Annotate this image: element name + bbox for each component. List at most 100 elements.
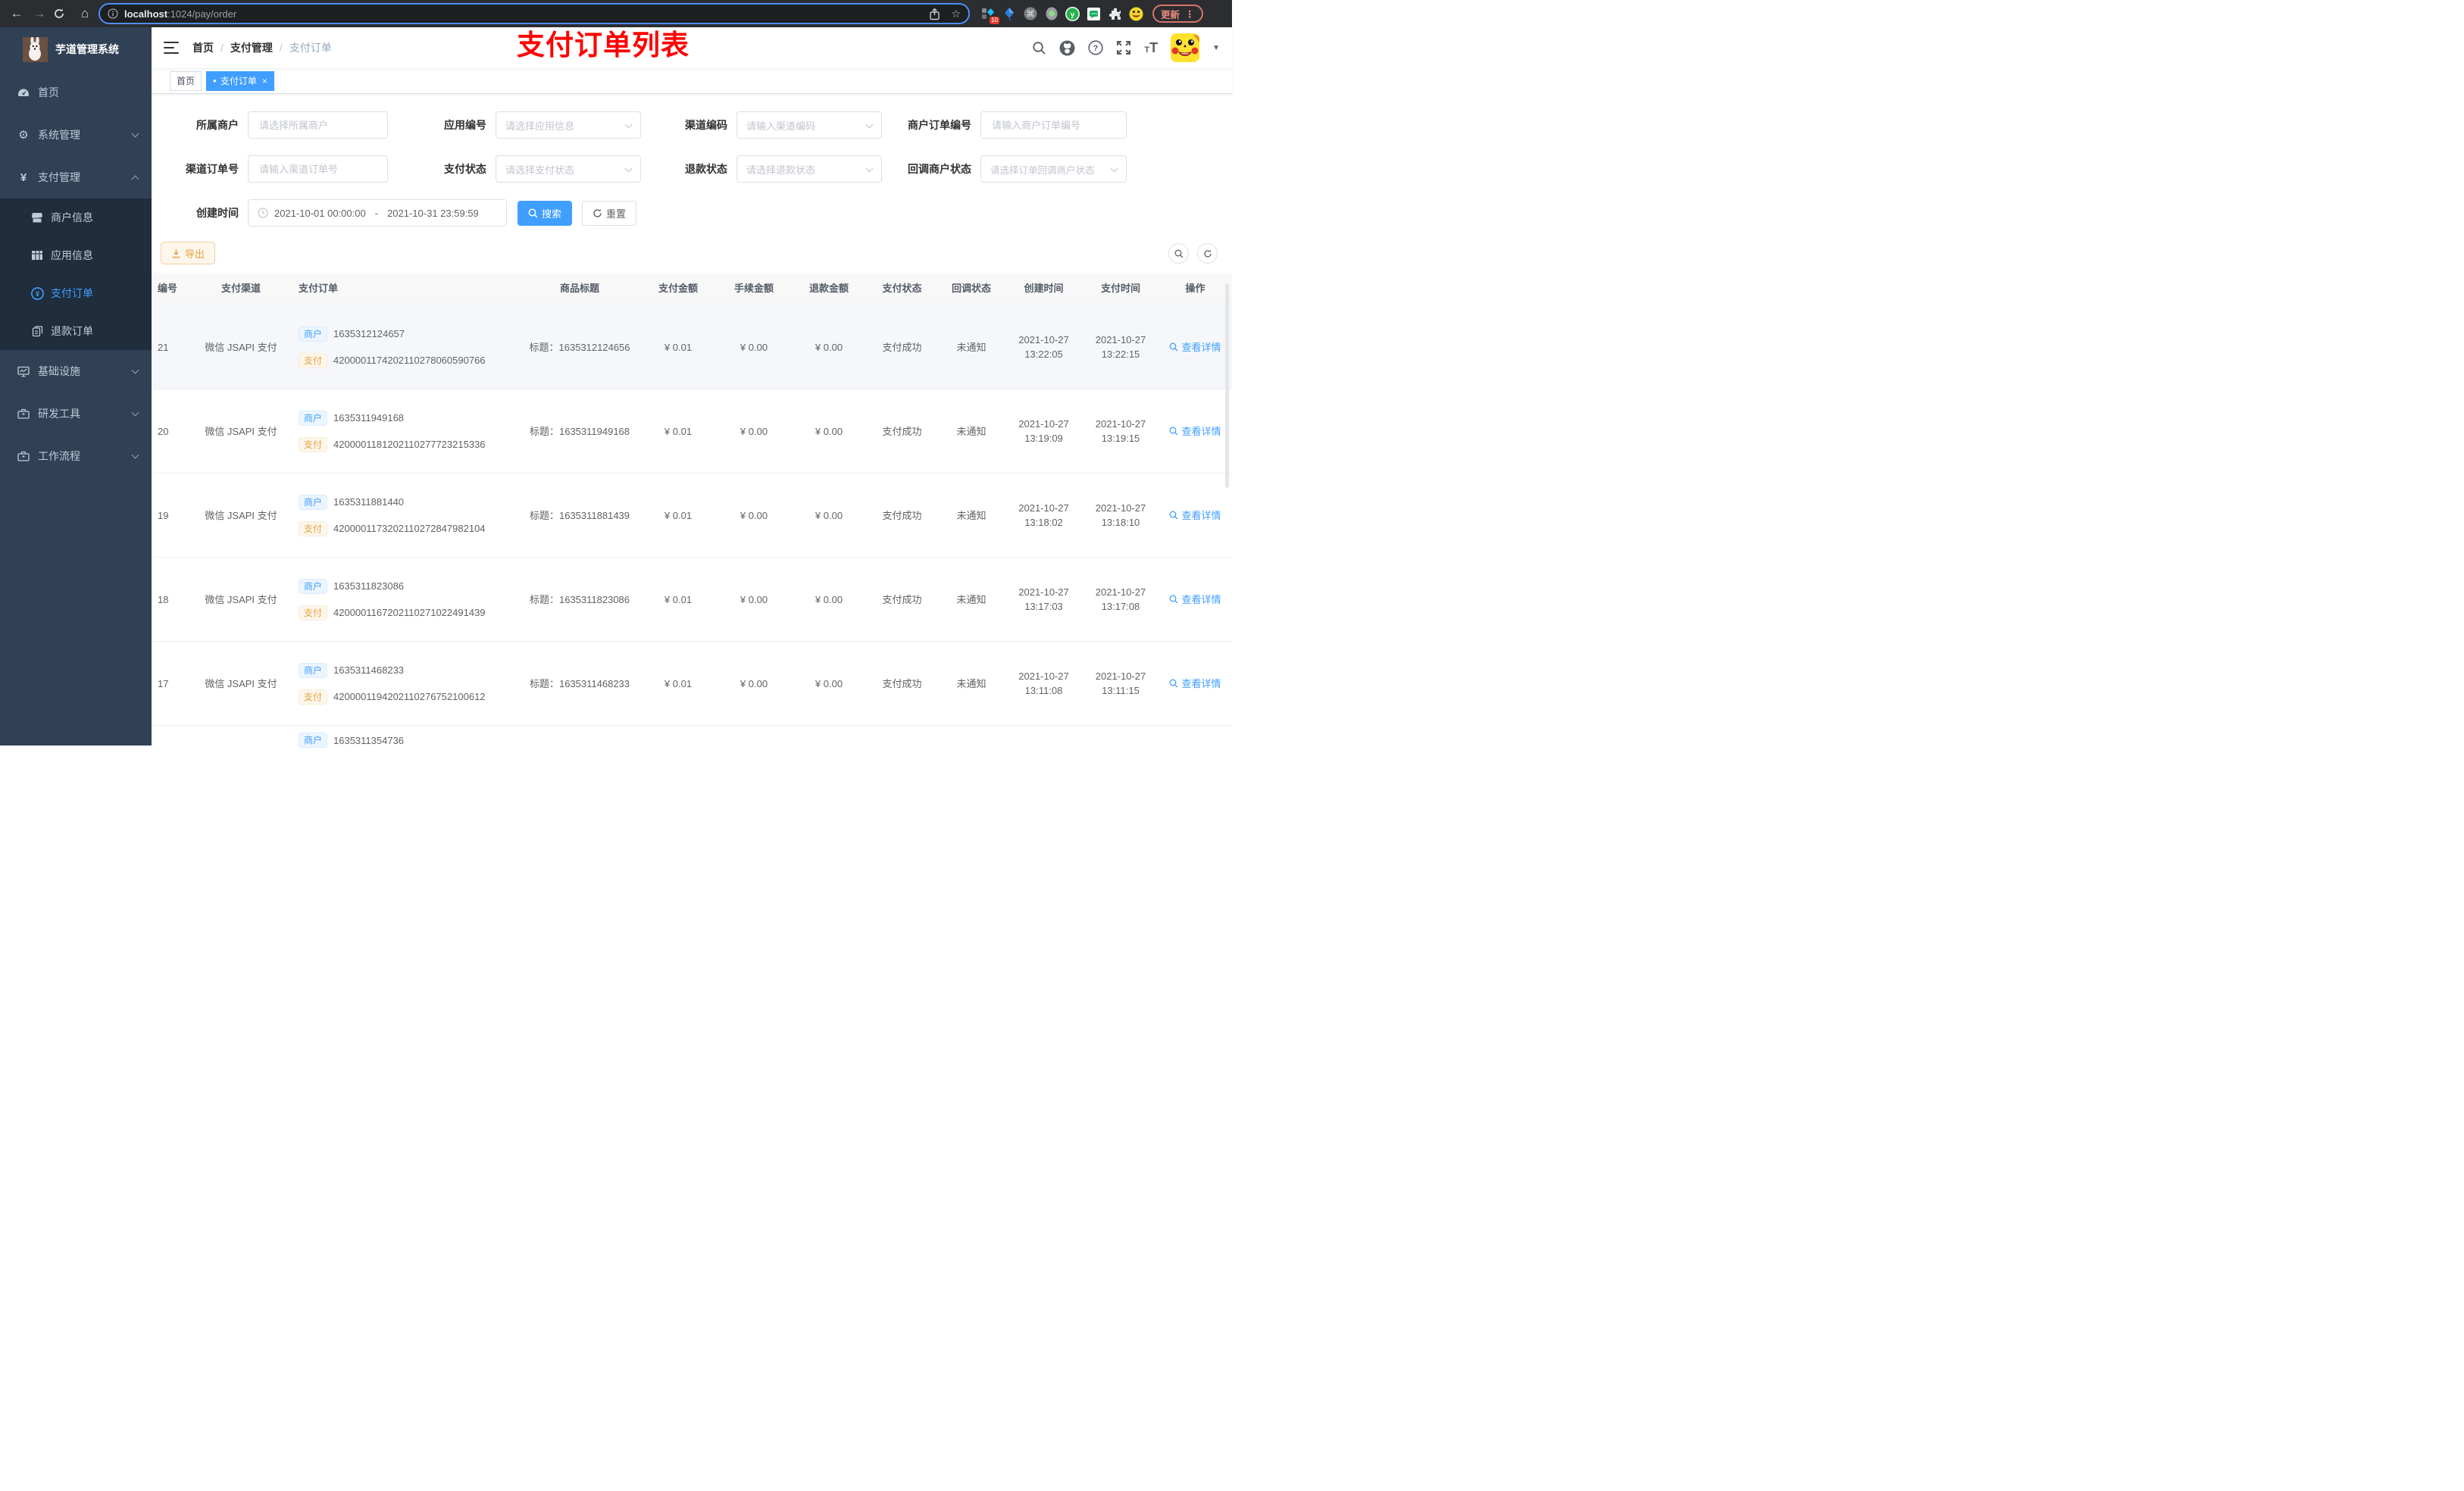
search-button[interactable]: 搜索 [518, 200, 573, 226]
search-icon[interactable] [1032, 41, 1046, 55]
view-detail-link[interactable]: 查看详情 [1169, 677, 1221, 691]
sidebar-item-label: 系统管理 [38, 129, 80, 141]
caret-down-icon[interactable]: ▼ [1212, 44, 1220, 52]
filter-label-channel-order-no: 渠道订单号 [186, 163, 239, 175]
merchant-order-no: 1635311823086 [333, 580, 405, 592]
sidebar-item-app-info[interactable]: 应用信息 [0, 236, 152, 274]
browser-reload-button[interactable] [53, 8, 71, 20]
yen-icon: ¥ [20, 170, 27, 184]
extension-command-icon[interactable]: ⌘ [1023, 7, 1037, 21]
shop-icon [30, 211, 44, 223]
toolbox-icon [17, 451, 30, 461]
channel-order-no-field[interactable] [258, 162, 378, 176]
cell-fee-amount: ¥ 0.00 [740, 593, 768, 605]
merchant-order-no-input[interactable] [980, 111, 1127, 139]
extension-kite-icon[interactable] [1002, 7, 1016, 21]
view-detail-link[interactable]: 查看详情 [1169, 340, 1221, 355]
pay-order-no: 4200001173202110272847982104 [333, 523, 486, 534]
extension-tasks-icon[interactable]: 10 [980, 7, 999, 24]
col-channel: 支付渠道 [220, 283, 261, 294]
cell-id: 17 [158, 677, 169, 689]
create-time-range-picker[interactable]: 2021-10-01 00:00:00 - 2021-10-31 23:59:5… [248, 199, 507, 227]
table-header: 编号 支付渠道 支付订单 商品标题 支付金额 手续金额 退款金额 支付状态 回调… [152, 273, 1232, 305]
view-detail-link[interactable]: 查看详情 [1169, 508, 1221, 523]
search-icon [1170, 595, 1178, 604]
chevron-down-icon [865, 120, 874, 129]
export-button[interactable]: 导出 [161, 242, 216, 264]
app-select[interactable]: 请选择应用信息 [496, 111, 641, 139]
sidebar-item-infra[interactable]: 基础设施 [0, 350, 152, 392]
bookmark-star-icon[interactable]: ☆ [951, 8, 961, 20]
extensions-puzzle-icon[interactable] [1108, 7, 1122, 21]
table-scrollbar[interactable] [1225, 283, 1229, 488]
browser-menu-dots-icon[interactable]: ⋮ [1185, 8, 1195, 20]
extension-record-icon[interactable] [1044, 7, 1058, 21]
browser-forward-button[interactable]: → [30, 5, 48, 23]
pay-status-select[interactable]: 请选择支付状态 [496, 155, 641, 183]
cell-pay-amount: ¥ 0.01 [664, 593, 693, 605]
merchant-input-field[interactable] [258, 118, 378, 132]
sidebar-item-home[interactable]: 首页 [0, 71, 152, 114]
sidebar-item-merchant-info[interactable]: 商户信息 [0, 198, 152, 236]
cell-channel: 微信 JSAPI 支付 [205, 593, 277, 605]
help-icon[interactable]: ? [1088, 40, 1103, 55]
cell-title: 标题：1635312124656 [529, 341, 630, 353]
gear-icon: ⚙ [18, 129, 29, 142]
sidebar-item-system[interactable]: ⚙ 系统管理 [0, 114, 152, 156]
fullscreen-icon[interactable] [1116, 40, 1131, 55]
breadcrumb-payment[interactable]: 支付管理 [230, 40, 273, 55]
view-detail-link[interactable]: 查看详情 [1169, 424, 1221, 439]
cell-notify-status: 未通知 [956, 341, 987, 353]
sidebar: 芋道管理系统 首页 ⚙ 系统管理 ¥ 支付管理 商户信息 应用信息 ¥ 支付订单… [0, 27, 152, 746]
notify-status-select[interactable]: 请选择订单回调商户状态 [980, 155, 1127, 183]
tag-home[interactable]: 首页 [170, 70, 202, 91]
browser-home-button[interactable]: ⌂ [76, 5, 94, 23]
pay-badge: 支付 [299, 436, 328, 452]
pay-order-no: 4200001174202110278060590766 [333, 355, 486, 366]
cell-pay-amount: ¥ 0.01 [664, 509, 693, 521]
toggle-search-button[interactable] [1168, 243, 1189, 264]
profile-emoji-icon[interactable] [1129, 7, 1143, 21]
sidebar-collapse-button[interactable] [164, 42, 179, 54]
close-icon[interactable]: × [262, 76, 267, 86]
channel-order-no-input[interactable] [248, 155, 388, 183]
filter-label-channel-code: 渠道编码 [685, 119, 727, 131]
pay-badge: 支付 [299, 689, 328, 705]
sidebar-item-workflow[interactable]: 工作流程 [0, 435, 152, 477]
app-logo-row[interactable]: 芋道管理系统 [0, 27, 152, 71]
merchant-order-no-field[interactable] [990, 118, 1117, 132]
col-notify-status: 回调状态 [951, 283, 991, 294]
font-size-icon[interactable]: TT [1144, 41, 1158, 55]
cell-title: 标题：1635311468233 [529, 677, 630, 689]
share-icon[interactable] [929, 8, 940, 20]
refresh-table-button[interactable] [1197, 243, 1218, 264]
sidebar-item-payment[interactable]: ¥ 支付管理 [0, 156, 152, 198]
sidebar-item-dev-tools[interactable]: 研发工具 [0, 392, 152, 435]
extension-vue-icon[interactable]: y [1065, 6, 1080, 21]
cell-notify-status: 未通知 [956, 509, 987, 521]
merchant-badge: 商户 [299, 326, 328, 342]
extension-chat-icon[interactable] [1087, 7, 1101, 21]
merchant-input[interactable] [248, 111, 388, 139]
refund-status-select[interactable]: 请选择退款状态 [736, 155, 882, 183]
url-bar[interactable]: localhost:1024/pay/order ☆ [98, 3, 970, 24]
view-detail-link[interactable]: 查看详情 [1169, 592, 1221, 607]
github-icon[interactable] [1059, 40, 1075, 56]
filter-label-refund-status: 退款状态 [685, 163, 727, 175]
cell-pay-amount: ¥ 0.01 [664, 425, 693, 437]
avatar[interactable] [1171, 33, 1200, 62]
extension-badge: 10 [990, 16, 999, 24]
cell-title: 标题：1635311881439 [529, 509, 630, 521]
breadcrumb-home[interactable]: 首页 [192, 40, 214, 55]
channel-code-select[interactable]: 请输入渠道编码 [736, 111, 882, 139]
cell-refund-amount: ¥ 0.00 [815, 509, 843, 521]
cell-channel: 微信 JSAPI 支付 [205, 677, 277, 689]
tag-pay-order[interactable]: ● 支付订单 × [206, 70, 274, 91]
merchant-order-no: 1635311949168 [333, 412, 405, 424]
browser-back-button[interactable]: ← [8, 5, 26, 23]
site-info-icon[interactable] [108, 8, 118, 19]
sidebar-item-refund-order[interactable]: 退款订单 [0, 312, 152, 350]
sidebar-item-pay-order[interactable]: ¥ 支付订单 [0, 274, 152, 312]
browser-update-button[interactable]: 更新 ⋮ [1152, 5, 1203, 23]
reset-button[interactable]: 重置 [582, 200, 637, 226]
